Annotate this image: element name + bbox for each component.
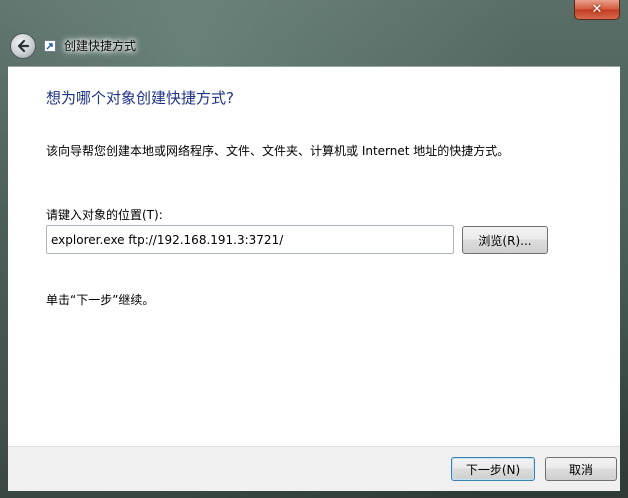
browse-button[interactable]: 浏览(R)... [462,226,548,254]
window-title: 创建快捷方式 [64,39,137,53]
close-icon: ✕ [591,2,603,17]
back-arrow-icon [17,39,30,53]
wizard-footer: 下一步(N) 取消 [8,446,620,491]
window-frame: ✕ 创建快捷方式 想为哪个对象创建快捷方式? 该向导帮您创建本地或网络程序、文件… [0,0,628,498]
close-button[interactable]: ✕ [574,0,620,20]
location-input[interactable] [46,225,454,254]
next-button[interactable]: 下一步(N) [451,457,535,481]
location-label: 请键入对象的位置(T): [46,208,163,222]
wizard-description: 该向导帮您创建本地或网络程序、文件、文件夹、计算机或 Internet 地址的快… [46,144,510,158]
page-heading: 想为哪个对象创建快捷方式? [46,89,234,107]
next-hint: 单击“下一步”继续。 [46,293,155,307]
shortcut-icon [44,40,56,52]
cancel-button[interactable]: 取消 [545,457,617,481]
wizard-content: 想为哪个对象创建快捷方式? 该向导帮您创建本地或网络程序、文件、文件夹、计算机或… [8,66,620,447]
back-button[interactable] [10,33,36,59]
